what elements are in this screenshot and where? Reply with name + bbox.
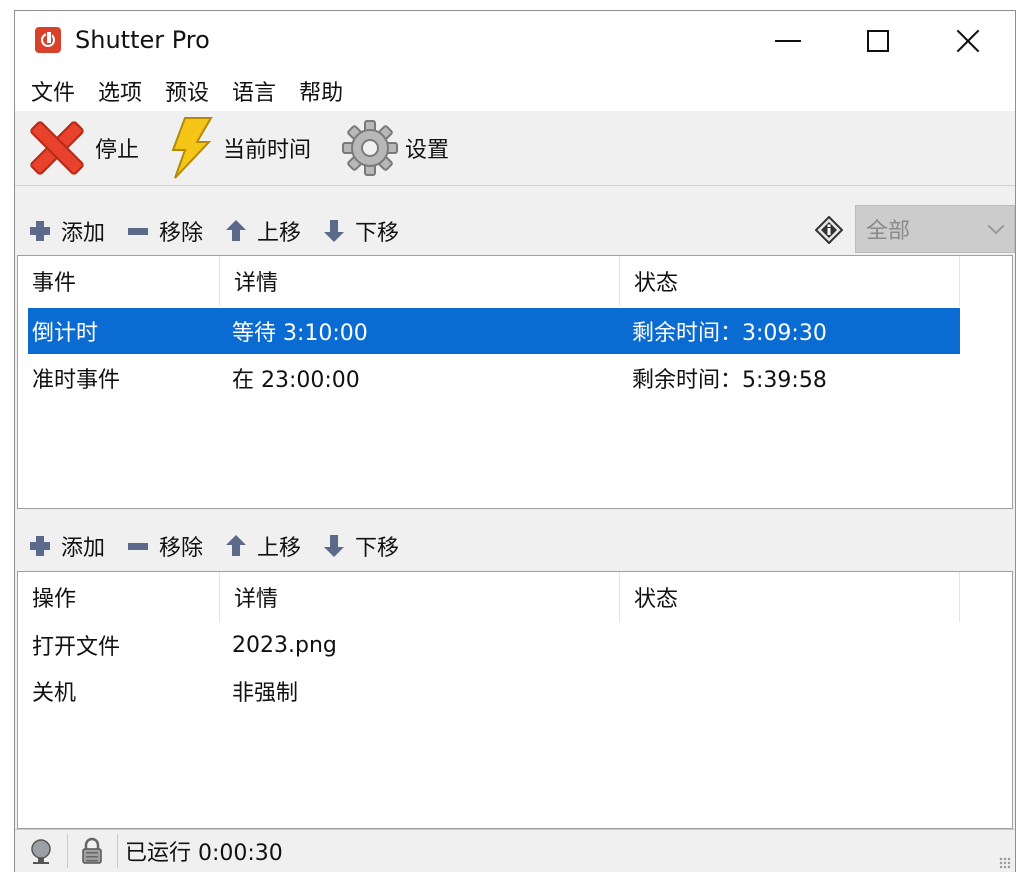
column-header-detail[interactable]: 详情: [220, 572, 620, 622]
info-diamond-icon[interactable]: [815, 216, 843, 244]
menu-file[interactable]: 文件: [21, 75, 88, 107]
actions-toolbar: 添加 移除 上移 下移: [15, 516, 1015, 576]
plus-icon: [29, 535, 51, 557]
maximize-icon: [867, 30, 889, 52]
minimize-icon: [775, 40, 801, 42]
stop-x-icon: [25, 116, 89, 180]
current-time-button[interactable]: 当前时间: [165, 111, 311, 185]
stop-button[interactable]: 停止: [25, 111, 139, 185]
action-move-down-button[interactable]: 下移: [323, 530, 399, 562]
column-header-status[interactable]: 状态: [620, 572, 960, 622]
arrow-down-icon: [323, 535, 345, 557]
column-header-action[interactable]: 操作: [18, 572, 220, 622]
column-header-detail[interactable]: 详情: [220, 256, 620, 306]
close-button[interactable]: [923, 11, 1013, 71]
event-add-button[interactable]: 添加: [29, 215, 105, 247]
current-time-label: 当前时间: [223, 138, 312, 163]
event-name: 准时事件: [32, 368, 121, 393]
menu-language[interactable]: 语言: [222, 75, 289, 107]
event-row[interactable]: 倒计时 等待 3:10:00 剩余时间：3:09:30: [28, 308, 960, 354]
column-header-event[interactable]: 事件: [18, 256, 220, 306]
resize-grip-icon[interactable]: [999, 857, 1011, 869]
event-row[interactable]: 准时事件 在 23:00:00 剩余时间：5:39:58: [28, 355, 960, 401]
main-toolbar: 停止 当前时间 设置: [15, 111, 1015, 186]
action-remove-label: 移除: [159, 536, 204, 561]
power-icon: [35, 27, 61, 53]
app-window: Shutter Pro 文件 选项 预设 语言 帮助 停止 当前时间 设置 添加…: [14, 10, 1016, 872]
chevron-down-icon: [987, 217, 1005, 235]
minus-icon: [127, 220, 149, 242]
menu-options[interactable]: 选项: [88, 75, 155, 107]
event-move-up-button[interactable]: 上移: [225, 215, 301, 247]
action-row[interactable]: 关机 非强制: [28, 668, 960, 714]
action-add-button[interactable]: 添加: [29, 530, 105, 562]
settings-button[interactable]: 设置: [341, 111, 449, 185]
maximize-button[interactable]: [833, 11, 923, 71]
event-remove-button[interactable]: 移除: [127, 215, 203, 247]
event-down-label: 下移: [355, 221, 400, 246]
event-remove-label: 移除: [159, 221, 204, 246]
event-filter-select[interactable]: 全部: [855, 205, 1015, 253]
event-detail: 在 23:00:00: [232, 368, 360, 393]
stop-label: 停止: [95, 138, 140, 163]
action-down-label: 下移: [355, 536, 400, 561]
event-status: 剩余时间：5:39:58: [632, 368, 827, 393]
lock-status-cell[interactable]: [67, 834, 118, 868]
column-header-status[interactable]: 状态: [620, 256, 960, 306]
event-add-label: 添加: [61, 221, 106, 246]
event-detail: 等待 3:10:00: [232, 321, 368, 346]
action-name: 关机: [32, 681, 77, 706]
action-add-label: 添加: [61, 536, 106, 561]
close-icon: [956, 29, 980, 53]
network-status-cell[interactable]: [15, 834, 68, 868]
plus-icon: [29, 220, 51, 242]
status-bar: 已运行 0:00:30: [15, 829, 1015, 872]
action-detail: 2023.png: [232, 632, 337, 658]
minus-icon: [127, 535, 149, 557]
arrow-down-icon: [323, 220, 345, 242]
menu-bar: 文件 选项 预设 语言 帮助: [15, 71, 1015, 111]
action-up-label: 上移: [257, 536, 302, 561]
event-status: 剩余时间：3:09:30: [632, 321, 827, 346]
minimize-button[interactable]: [743, 11, 833, 71]
actions-list[interactable]: 操作 详情 状态 打开文件 2023.png 关机 非强制: [17, 571, 1013, 829]
arrow-up-icon: [225, 535, 247, 557]
events-list-header: 事件 详情 状态: [18, 256, 960, 306]
action-remove-button[interactable]: 移除: [127, 530, 203, 562]
window-title: Shutter Pro: [75, 26, 210, 54]
lightning-icon: [171, 117, 213, 179]
lock-icon: [82, 837, 102, 864]
settings-label: 设置: [405, 138, 450, 163]
action-detail: 非强制: [232, 681, 299, 706]
event-move-down-button[interactable]: 下移: [323, 215, 399, 247]
title-bar: Shutter Pro: [15, 11, 1015, 71]
gear-icon: [342, 120, 398, 176]
running-time-text: 已运行 0:00:30: [125, 841, 283, 866]
action-move-up-button[interactable]: 上移: [225, 530, 301, 562]
event-filter-value: 全部: [866, 219, 911, 244]
action-name: 打开文件: [32, 635, 121, 660]
menu-help[interactable]: 帮助: [289, 75, 356, 107]
menu-presets[interactable]: 预设: [155, 75, 222, 107]
action-row[interactable]: 打开文件 2023.png: [28, 622, 960, 668]
actions-list-header: 操作 详情 状态: [18, 572, 960, 622]
globe-icon: [31, 839, 51, 864]
arrow-up-icon: [225, 220, 247, 242]
event-up-label: 上移: [257, 221, 302, 246]
event-name: 倒计时: [32, 321, 99, 346]
events-list[interactable]: 事件 详情 状态 倒计时 等待 3:10:00 剩余时间：3:09:30 准时事…: [17, 255, 1013, 509]
